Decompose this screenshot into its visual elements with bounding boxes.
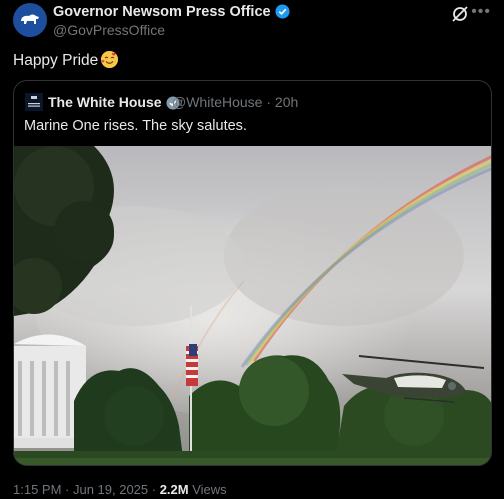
- quoted-handle-time[interactable]: @WhiteHouse · 20h: [172, 94, 298, 110]
- more-options-icon[interactable]: •••: [471, 3, 491, 21]
- grok-icon[interactable]: [451, 5, 469, 28]
- marine-one-photo[interactable]: [14, 146, 492, 466]
- author-handle[interactable]: @GovPressOffice: [53, 22, 165, 38]
- bear-icon: [21, 14, 39, 24]
- avatar[interactable]: [13, 3, 47, 37]
- quoted-avatar[interactable]: [25, 93, 43, 111]
- tweet-header: Governor Newsom Press Office @GovPressOf…: [13, 3, 491, 39]
- views-count: 2.2M: [159, 482, 189, 497]
- verified-badge-icon: [275, 4, 290, 23]
- quoted-text: Marine One rises. The sky salutes.: [24, 118, 247, 134]
- tweet-timestamp[interactable]: 1:15 PM · Jun 19, 2025 ·: [13, 482, 160, 497]
- tweet-meta: 1:15 PM · Jun 19, 2025 · 2.2M Views: [13, 482, 227, 497]
- quoted-name[interactable]: The White House: [48, 94, 162, 110]
- tweet-text: Happy Pride: [13, 51, 119, 70]
- author-name[interactable]: Governor Newsom Press Office: [53, 4, 271, 20]
- quoted-tweet[interactable]: The White House @WhiteHouse · 20h Marine…: [13, 80, 492, 466]
- author-name-row[interactable]: Governor Newsom Press Office: [53, 4, 290, 23]
- quoted-name-row[interactable]: The White House: [48, 94, 180, 113]
- views-label: Views: [188, 482, 227, 497]
- smiling-face-with-hearts-icon: [101, 51, 119, 68]
- tweet-body: Happy Pride: [13, 52, 99, 69]
